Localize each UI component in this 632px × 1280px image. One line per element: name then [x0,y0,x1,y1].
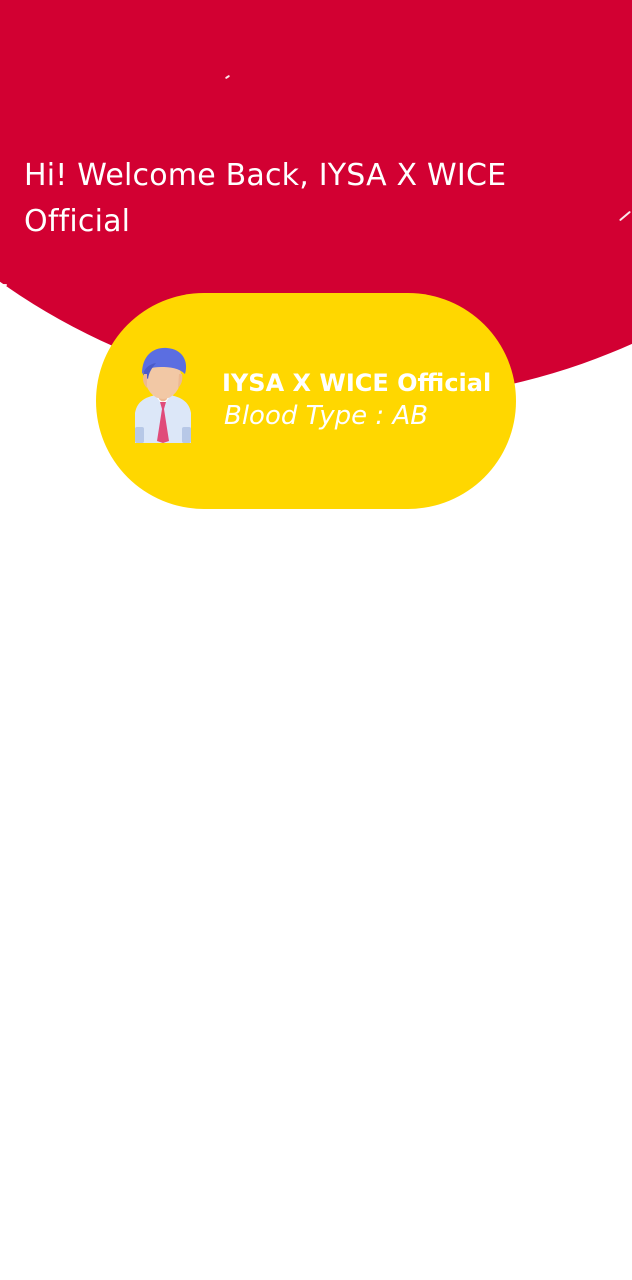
blood-type-label: Blood Type [224,401,368,431]
blood-type-line: Blood Type : AB [224,399,428,433]
person-avatar-icon [135,347,191,443]
welcome-message: Hi! Welcome Back, IYSA X WICE Official [24,158,507,239]
profile-name: IYSA X WICE Official [222,369,492,397]
blood-type-separator: : [367,401,393,431]
home-screen: Hi! Welcome Back, IYSA X WICE Official I… [0,0,632,1280]
blood-type-value: AB [392,401,429,431]
background-spark [0,284,7,286]
